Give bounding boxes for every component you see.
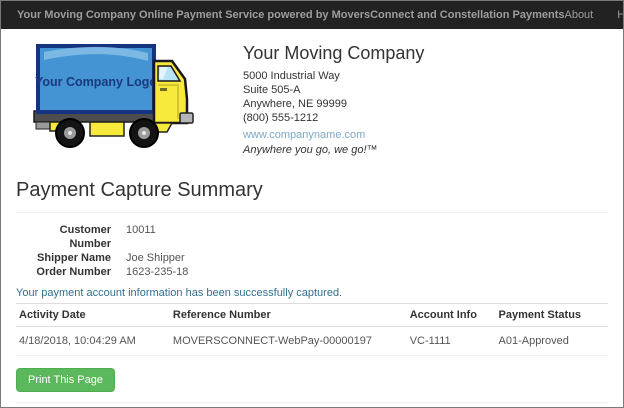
customer-number-label: Customer Number (16, 223, 111, 251)
table-header-row: Activity Date Reference Number Account I… (16, 304, 608, 327)
navbar-links: About Help (564, 9, 624, 21)
order-number-value: 1623-235-18 (111, 265, 188, 279)
detail-row-customer-number: Customer Number 10011 (16, 223, 608, 251)
company-name: Your Moving Company (243, 43, 424, 64)
customer-details: Customer Number 10011 Shipper Name Joe S… (16, 223, 608, 279)
header-reference-number: Reference Number (170, 304, 407, 327)
footer-text: Powered by MoversConnect by EWS and Cons… (16, 403, 608, 408)
nav-link-about[interactable]: About (564, 9, 593, 21)
main-content: Your Company Logo (1, 29, 623, 408)
nav-link-help[interactable]: Help (617, 9, 624, 21)
company-logo: Your Company Logo (16, 41, 231, 154)
detail-row-order-number: Order Number 1623-235-18 (16, 265, 608, 279)
shipper-name-label: Shipper Name (16, 251, 111, 265)
page: Your Moving Company Online Payment Servi… (0, 0, 624, 408)
company-address-line2: Suite 505-A (243, 83, 424, 97)
order-number-label: Order Number (16, 265, 111, 279)
header-payment-status: Payment Status (496, 304, 609, 327)
page-title: Payment Capture Summary (16, 179, 608, 202)
company-website-link[interactable]: www.companyname.com (243, 128, 365, 142)
navbar-brand: Your Moving Company Online Payment Servi… (17, 9, 564, 21)
top-navbar: Your Moving Company Online Payment Servi… (1, 1, 623, 29)
print-page-button[interactable]: Print This Page (16, 368, 115, 392)
divider-under-title (16, 212, 608, 213)
company-info: Your Moving Company 5000 Industrial Way … (231, 41, 424, 157)
header-account-info: Account Info (407, 304, 496, 327)
payment-results-table: Activity Date Reference Number Account I… (16, 303, 608, 356)
capture-success-message: Your payment account information has bee… (16, 287, 608, 299)
truck-logo-image: Your Company Logo (20, 41, 216, 149)
logo-text: Your Company Logo (35, 75, 157, 89)
cell-payment-status: A01-Approved (496, 327, 609, 356)
shipper-name-value: Joe Shipper (111, 251, 185, 265)
header-activity-date: Activity Date (16, 304, 170, 327)
customer-number-value: 10011 (111, 223, 156, 251)
cell-activity-date: 4/18/2018, 10:04:29 AM (16, 327, 170, 356)
cell-account-info: VC-1111 (407, 327, 496, 356)
detail-row-shipper-name: Shipper Name Joe Shipper (16, 251, 608, 265)
company-header: Your Company Logo (16, 41, 608, 157)
company-address-line3: Anywhere, NE 99999 (243, 97, 424, 111)
company-tagline: Anywhere you go, we go!™ (243, 143, 424, 157)
table-row: 4/18/2018, 10:04:29 AM MOVERSCONNECT-Web… (16, 327, 608, 356)
company-phone: (800) 555-1212 (243, 111, 424, 125)
cell-reference-number: MOVERSCONNECT-WebPay-00000197 (170, 327, 407, 356)
company-address-line1: 5000 Industrial Way (243, 69, 424, 83)
